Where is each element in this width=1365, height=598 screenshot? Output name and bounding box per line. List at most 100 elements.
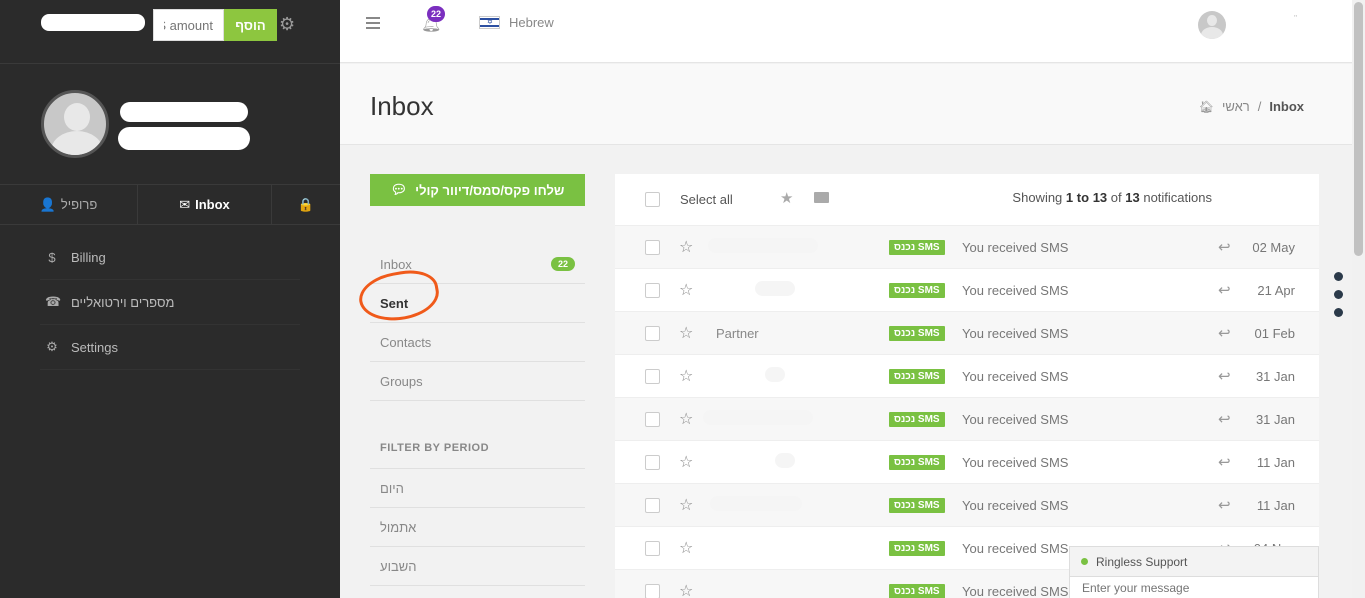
star-outline-icon[interactable]: ☆ — [679, 581, 693, 598]
notification-badge: 22 — [427, 6, 445, 22]
add-credit-button[interactable]: הוסף — [224, 9, 277, 41]
star-outline-icon[interactable]: ☆ — [679, 538, 693, 558]
star-outline-icon[interactable]: ☆ — [679, 366, 693, 386]
folder-label: Inbox — [380, 256, 412, 272]
redacted-sender — [703, 410, 813, 425]
reply-icon[interactable]: ↩ — [1218, 324, 1231, 342]
message-date: 11 Jan — [1256, 498, 1295, 513]
message-subject[interactable]: You received SMS — [962, 326, 1068, 341]
message-checkbox[interactable] — [645, 412, 660, 427]
tab-inbox[interactable]: ✉ Inbox — [138, 185, 272, 224]
sms-incoming-tag: נכנס SMS — [889, 541, 945, 556]
message-date: 11 Jan — [1256, 455, 1295, 470]
language-selector[interactable]: Hebrew — [509, 15, 554, 30]
message-date: 02 May — [1252, 240, 1295, 255]
message-subject[interactable]: You received SMS — [962, 455, 1068, 470]
reply-icon[interactable]: ↩ — [1218, 453, 1231, 471]
message-checkbox[interactable] — [645, 498, 660, 513]
message-checkbox[interactable] — [645, 369, 660, 384]
star-outline-icon[interactable]: ☆ — [679, 452, 693, 472]
message-row[interactable]: ☆ נכנס SMS You received SMS ↩ 11 Jan — [615, 440, 1319, 483]
message-subject[interactable]: You received SMS — [962, 283, 1068, 298]
star-outline-icon[interactable]: ☆ — [679, 237, 693, 257]
star-outline-icon[interactable]: ☆ — [679, 495, 693, 515]
chat-header[interactable]: Ringless Support — [1070, 547, 1318, 577]
filter-heading: FILTER BY PERIOD — [380, 442, 490, 454]
sms-incoming-tag: נכנס SMS — [889, 283, 945, 298]
amount-input[interactable] — [153, 9, 224, 41]
messages-panel: Select all ★ Showing 1 to 13 of 13 notif… — [615, 174, 1319, 598]
message-subject[interactable]: You received SMS — [962, 498, 1068, 513]
message-checkbox[interactable] — [645, 283, 660, 298]
message-date: 21 Apr — [1257, 283, 1295, 298]
star-outline-icon[interactable]: ☆ — [679, 323, 693, 343]
sidebar-item-settings[interactable]: ⚙ Settings — [40, 325, 300, 370]
message-subject[interactable]: You received SMS — [962, 584, 1068, 598]
period-this-week[interactable]: השבוע — [370, 547, 585, 586]
breadcrumb-home[interactable]: ראשי — [1222, 99, 1250, 114]
select-all-checkbox[interactable] — [645, 192, 660, 207]
sms-incoming-tag: נכנס SMS — [889, 455, 945, 470]
message-subject[interactable]: You received SMS — [962, 369, 1068, 384]
showing-suffix: notifications — [1143, 190, 1212, 205]
inbox-count-badge: 22 — [550, 257, 575, 271]
message-subject[interactable]: You received SMS — [962, 541, 1068, 556]
redacted-user-detail — [118, 127, 250, 150]
reply-icon[interactable]: ↩ — [1218, 410, 1231, 428]
message-row[interactable]: ☆ Partner נכנס SMS You received SMS ↩ 01 Feb — [615, 311, 1319, 354]
message-row[interactable]: ☆ נכנס SMS You received SMS ↩ 31 Jan — [615, 397, 1319, 440]
message-row[interactable]: ☆ נכנס SMS You received SMS ↩ 31 Jan — [615, 354, 1319, 397]
period-today[interactable]: היום — [370, 469, 585, 508]
reply-icon[interactable]: ↩ — [1218, 496, 1231, 514]
sms-incoming-tag: נכנס SMS — [889, 326, 945, 341]
message-checkbox[interactable] — [645, 326, 660, 341]
reply-icon[interactable]: ↩ — [1218, 238, 1231, 256]
select-all-label[interactable]: Select all — [680, 192, 733, 207]
chat-bubble-icon: 💬︎ — [390, 182, 408, 197]
redacted-sender — [775, 453, 795, 468]
folder-groups[interactable]: Groups — [370, 362, 585, 401]
compose-button[interactable]: שלחו פקס/סמס/דיוור קולי 💬︎ — [370, 174, 585, 206]
message-row[interactable]: ☆ נכנס SMS You received SMS ↩ 21 Apr — [615, 268, 1319, 311]
gear-icon[interactable]: ⚙ — [279, 15, 297, 33]
message-checkbox[interactable] — [645, 240, 660, 255]
reply-icon[interactable]: ↩ — [1218, 367, 1231, 385]
sidebar-item-label: Billing — [71, 249, 106, 265]
star-icon[interactable]: ★ — [780, 189, 793, 207]
menu-toggle-icon[interactable] — [366, 17, 380, 29]
sms-incoming-tag: נכנס SMS — [889, 240, 945, 255]
user-icon: 👤 — [39, 196, 56, 212]
redacted-sender — [765, 367, 785, 382]
message-checkbox[interactable] — [645, 584, 660, 598]
user-menu-label[interactable]: '' — [1294, 14, 1297, 23]
sidebar-item-billing[interactable]: $ Billing — [40, 235, 300, 280]
message-checkbox[interactable] — [645, 455, 660, 470]
tab-lock[interactable]: 🔒 — [272, 185, 340, 224]
star-outline-icon[interactable]: ☆ — [679, 280, 693, 300]
message-subject[interactable]: You received SMS — [962, 240, 1068, 255]
of-word: of — [1110, 190, 1122, 205]
dollar-icon: $ — [48, 249, 56, 265]
user-avatar[interactable] — [1198, 11, 1226, 39]
sidebar-item-virtual-numbers[interactable]: ☎ מספרים וירטואליים — [40, 280, 300, 325]
period-yesterday[interactable]: אתמול — [370, 508, 585, 547]
page-scrollbar[interactable] — [1352, 0, 1365, 598]
home-icon[interactable]: 🏠︎ — [1199, 100, 1214, 114]
message-row[interactable]: ☆ נכנס SMS You received SMS ↩ 02 May — [615, 225, 1319, 268]
message-checkbox[interactable] — [645, 541, 660, 556]
israel-flag-icon[interactable]: ✡ — [479, 16, 500, 29]
star-outline-icon[interactable]: ☆ — [679, 409, 693, 429]
message-sender: Partner — [716, 326, 759, 341]
more-options-icon[interactable] — [1334, 272, 1343, 317]
chat-title: Ringless Support — [1096, 554, 1188, 569]
support-chat-widget[interactable]: Ringless Support — [1069, 546, 1319, 598]
message-row[interactable]: ☆ נכנס SMS You received SMS ↩ 11 Jan — [615, 483, 1319, 526]
chat-message-input[interactable] — [1070, 577, 1318, 598]
tab-inbox-label: Inbox — [195, 197, 230, 212]
folder-contacts[interactable]: Contacts — [370, 323, 585, 362]
tab-profile[interactable]: 👤 פרופיל — [0, 185, 138, 224]
message-subject[interactable]: You received SMS — [962, 412, 1068, 427]
envelope-icon[interactable] — [814, 192, 829, 203]
reply-icon[interactable]: ↩ — [1218, 281, 1231, 299]
avatar[interactable] — [41, 90, 109, 158]
